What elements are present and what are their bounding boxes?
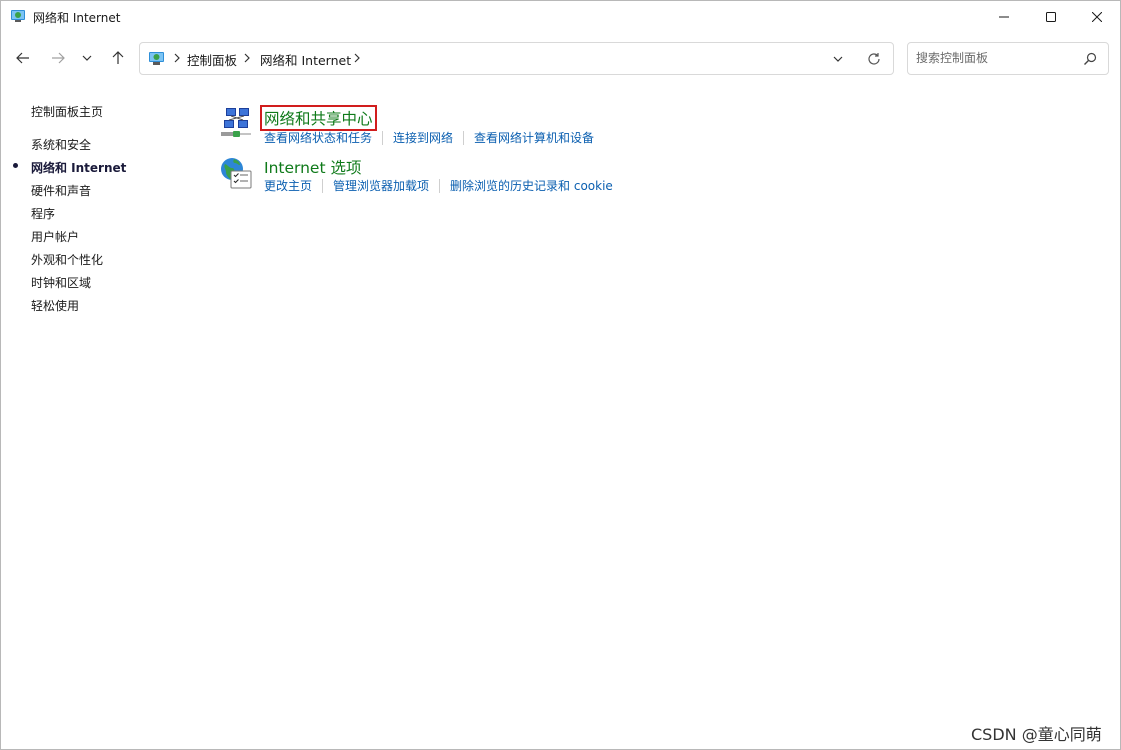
maximize-icon: [1046, 11, 1056, 22]
recent-locations-button[interactable]: [76, 43, 98, 73]
sidebar-item-clock-region[interactable]: 时钟和区域: [31, 274, 91, 291]
internet-options-link[interactable]: Internet 选项: [264, 156, 361, 178]
view-network-status-link[interactable]: 查看网络状态和任务: [264, 129, 372, 146]
link-divider: [382, 130, 384, 145]
link-divider: [439, 178, 441, 193]
address-bar[interactable]: 控制面板 网络和 Internet: [139, 42, 894, 75]
breadcrumb-chevron-icon[interactable]: [353, 52, 361, 64]
close-button[interactable]: [1074, 1, 1120, 32]
view-network-computers-link[interactable]: 查看网络计算机和设备: [474, 129, 594, 146]
chevron-down-icon: [82, 55, 92, 61]
sidebar-item-hardware-sound[interactable]: 硬件和声音: [31, 182, 91, 199]
link-divider: [322, 178, 324, 193]
breadcrumb-network-internet[interactable]: 网络和 Internet: [260, 50, 351, 69]
search-icon[interactable]: [1082, 51, 1098, 67]
back-arrow-icon: [16, 52, 29, 64]
network-sharing-icon[interactable]: [219, 106, 253, 140]
close-icon: [1092, 11, 1102, 22]
address-history-button[interactable]: [828, 52, 848, 66]
category-internet-options: Internet 选项 更改主页 管理浏览器加载项 删除浏览的历史记录和 coo…: [219, 156, 679, 200]
breadcrumb-chevron-icon[interactable]: [173, 52, 181, 64]
category-network-sharing: 网络和共享中心 查看网络状态和任务 连接到网络 查看网络计算机和设备: [219, 105, 639, 150]
control-panel-window: 网络和 Internet 控制面板 网络和 Internet 搜索控制面板 控制…: [0, 0, 1121, 750]
refresh-icon: [868, 53, 880, 65]
sidebar-item-home[interactable]: 控制面板主页: [31, 103, 103, 120]
sidebar-item-system-security[interactable]: 系统和安全: [31, 136, 91, 153]
chevron-down-icon: [833, 56, 843, 62]
sidebar-item-appearance[interactable]: 外观和个性化: [31, 251, 103, 268]
minimize-button[interactable]: [981, 1, 1027, 32]
watermark: CSDN @童心同萌: [971, 725, 1102, 744]
refresh-button[interactable]: [862, 49, 886, 69]
navigation-bar: 控制面板 网络和 Internet: [1, 32, 1120, 86]
internet-options-links: 更改主页 管理浏览器加载项 删除浏览的历史记录和 cookie: [264, 177, 613, 194]
forward-button[interactable]: [45, 43, 71, 73]
up-button[interactable]: [105, 43, 131, 73]
sidebar-item-programs[interactable]: 程序: [31, 205, 55, 222]
network-sharing-center-link[interactable]: 网络和共享中心: [260, 105, 377, 131]
sidebar-item-user-accounts[interactable]: 用户帐户: [31, 228, 79, 245]
network-folder-icon: [11, 10, 25, 22]
sidebar-item-ease-of-access[interactable]: 轻松使用: [31, 297, 79, 314]
manage-addons-link[interactable]: 管理浏览器加载项: [333, 177, 429, 194]
active-bullet: [13, 163, 18, 168]
connect-to-network-link[interactable]: 连接到网络: [393, 129, 453, 146]
window-title: 网络和 Internet: [33, 11, 121, 25]
sidebar: 控制面板主页 系统和安全 网络和 Internet 硬件和声音 程序 用户帐户 …: [1, 86, 201, 386]
control-panel-icon: [149, 52, 164, 65]
link-divider: [463, 130, 465, 145]
minimize-icon: [999, 16, 1009, 17]
network-sharing-links: 查看网络状态和任务 连接到网络 查看网络计算机和设备: [264, 129, 594, 146]
back-button[interactable]: [10, 43, 36, 73]
sidebar-item-network-internet[interactable]: 网络和 Internet: [31, 159, 126, 176]
search-box[interactable]: [907, 42, 1109, 75]
breadcrumb-chevron-icon[interactable]: [243, 52, 251, 64]
up-arrow-icon: [112, 51, 124, 64]
search-input[interactable]: [916, 49, 1076, 67]
maximize-button[interactable]: [1028, 1, 1074, 32]
internet-options-icon[interactable]: [219, 156, 253, 190]
breadcrumb-control-panel[interactable]: 控制面板: [187, 50, 237, 69]
forward-arrow-icon: [52, 52, 65, 64]
change-homepage-link[interactable]: 更改主页: [264, 177, 312, 194]
title-bar[interactable]: 网络和 Internet: [1, 1, 1120, 32]
delete-browsing-history-link[interactable]: 删除浏览的历史记录和 cookie: [450, 177, 613, 194]
